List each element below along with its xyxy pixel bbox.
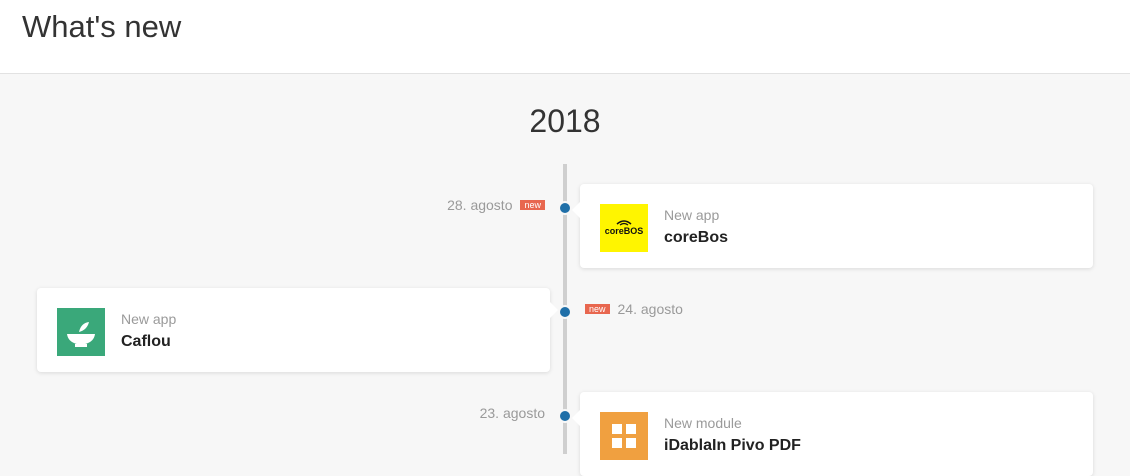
timeline-year: 2018 <box>529 103 601 139</box>
corebos-logo: coreBOS <box>600 204 648 252</box>
timeline-date: 28. agosto new <box>447 197 545 213</box>
corebos-logo-text: coreBOS <box>605 226 644 236</box>
timeline-date: 23. agosto <box>480 405 545 421</box>
timeline-dot <box>558 305 572 319</box>
timeline-card-module[interactable]: New module iDablaIn Pivo PDF <box>572 392 1093 476</box>
puzzle-icon <box>612 424 636 448</box>
new-badge: new <box>520 200 545 211</box>
date-label: 28. agosto <box>447 197 513 213</box>
timeline-card-corebos[interactable]: coreBOS New app coreBos <box>572 184 1093 268</box>
card-type: New app <box>664 207 720 223</box>
date-label: 23. agosto <box>479 405 545 421</box>
bowl-icon <box>67 322 95 347</box>
corebos-logo-icon: coreBOS <box>605 220 644 236</box>
caflou-logo <box>57 308 105 356</box>
page-header: What's new <box>0 0 1130 74</box>
module-logo <box>600 412 648 460</box>
new-badge: new <box>585 304 610 315</box>
timeline-dot <box>558 409 572 423</box>
date-label: 24. agosto <box>617 301 683 317</box>
card-type: New module <box>664 415 742 431</box>
timeline-dot <box>558 201 572 215</box>
timeline-card-caflou[interactable]: New app Caflou <box>37 288 558 372</box>
page-title: What's new <box>22 9 182 44</box>
card-name[interactable]: Caflou <box>121 333 171 351</box>
card-name[interactable]: coreBos <box>664 229 728 247</box>
timeline-date: new 24. agosto <box>585 301 683 317</box>
card-type: New app <box>121 311 177 327</box>
